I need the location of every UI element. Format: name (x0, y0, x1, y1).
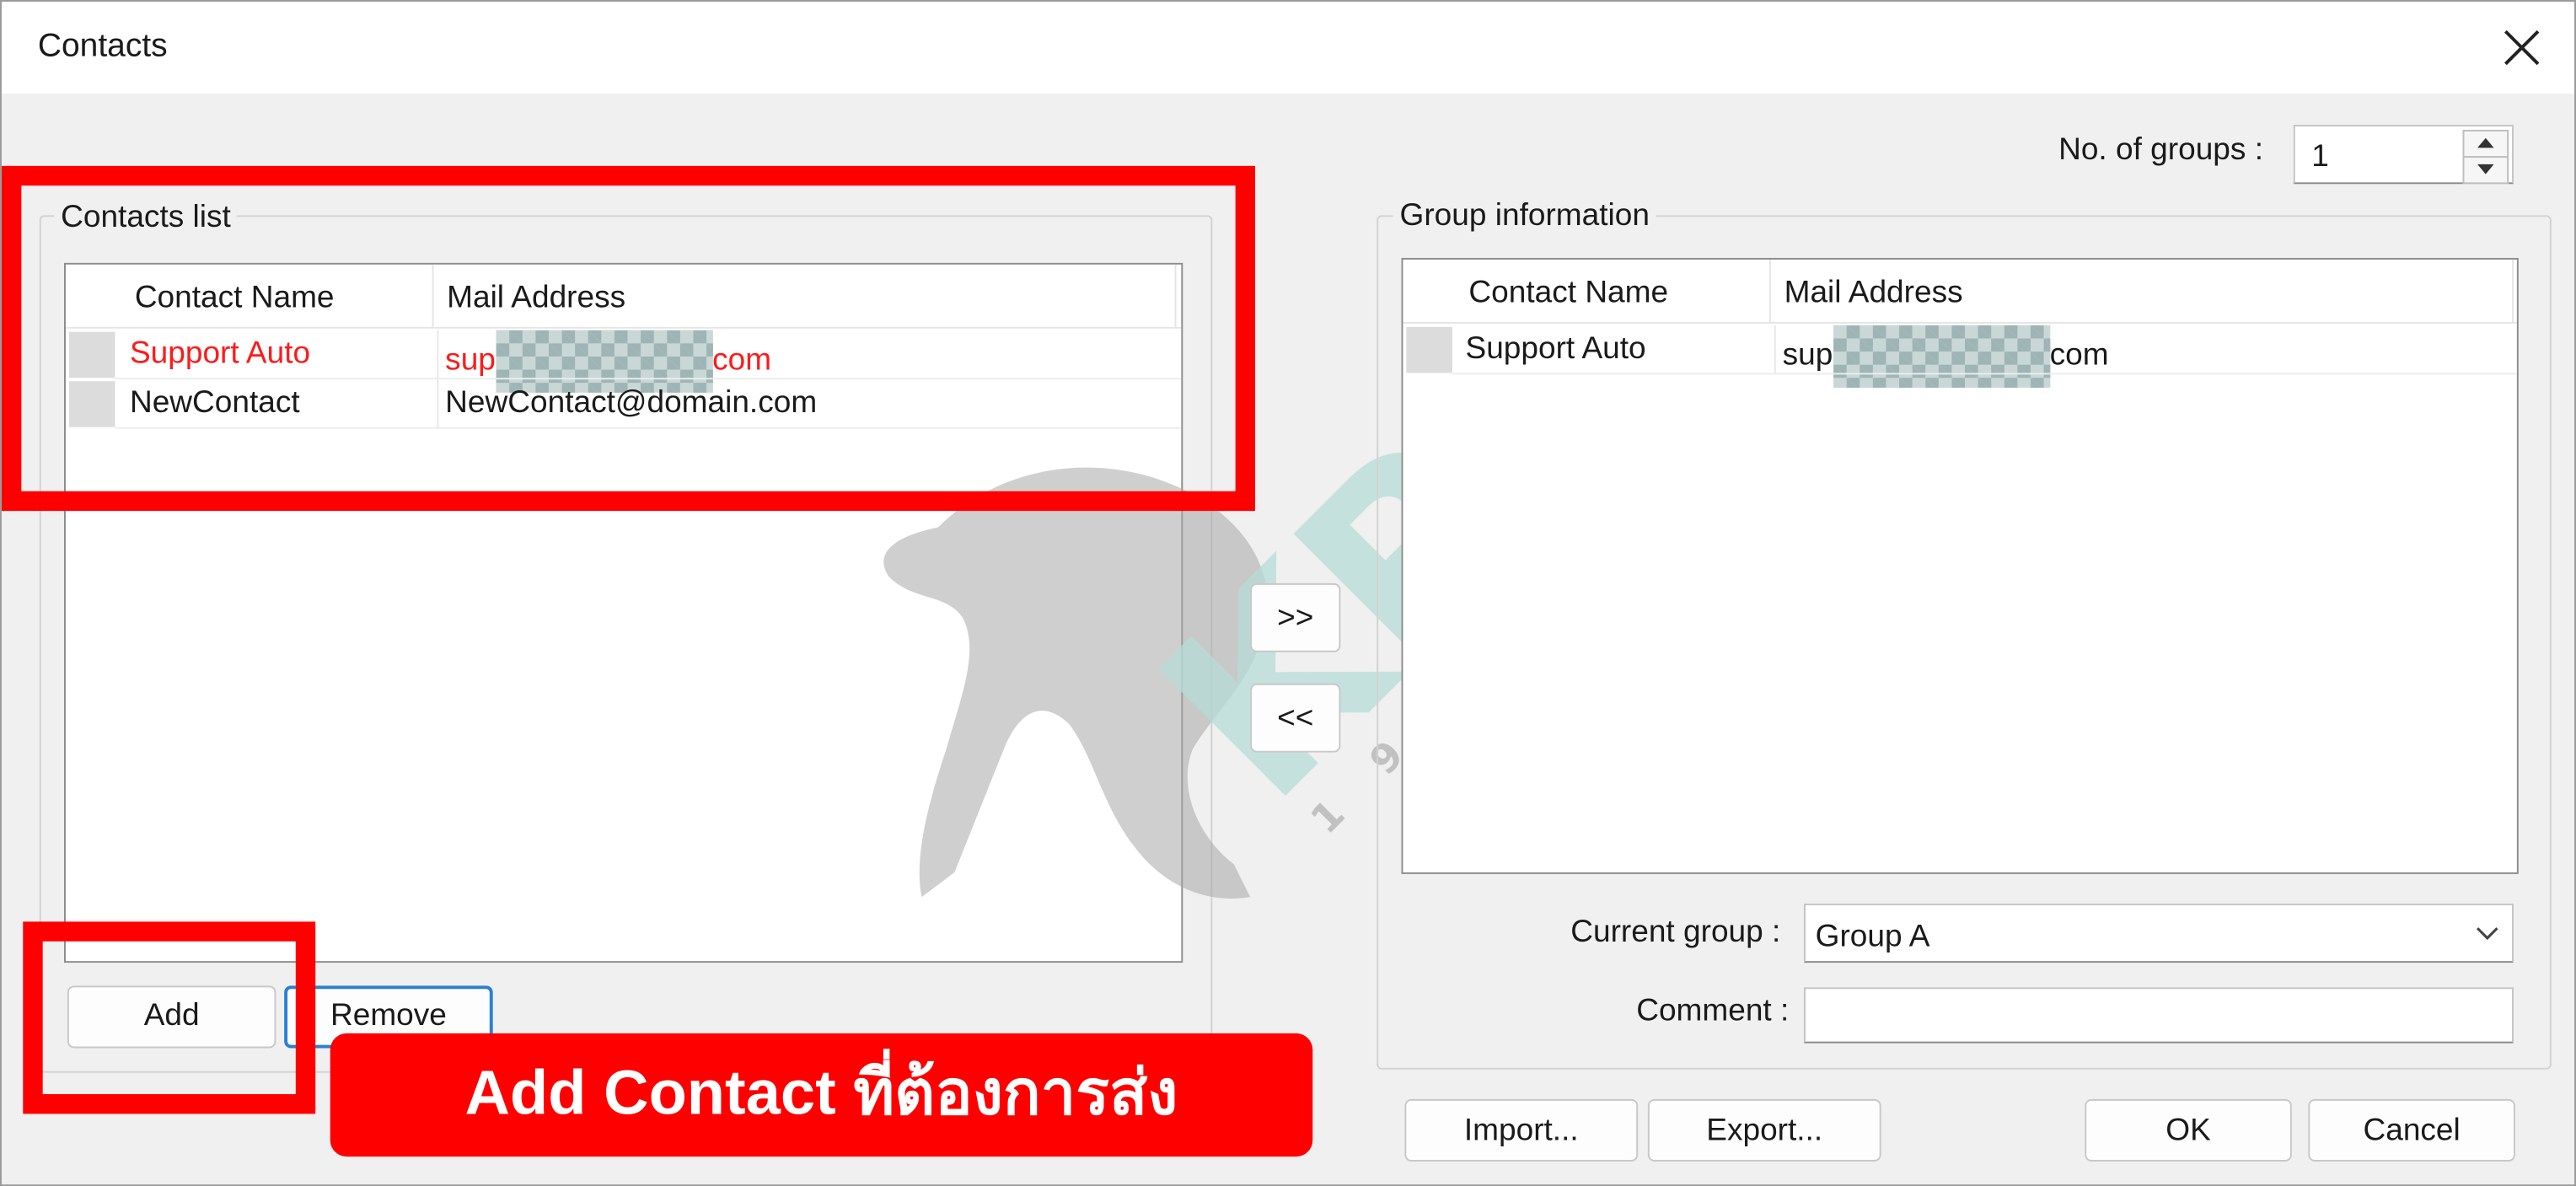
group-members-list-view[interactable]: Contact Name Mail Address Support Auto s… (1401, 257, 2519, 874)
row-selector (1406, 326, 1452, 373)
annotation-banner: Add Contact ที่ต้องการส่ง (330, 1033, 1313, 1157)
spin-up-button[interactable] (2462, 129, 2509, 158)
groups-count-spinner[interactable]: 1 (2293, 125, 2514, 185)
cancel-button[interactable]: Cancel (2308, 1098, 2515, 1162)
group-members-header: Contact Name Mail Address (1403, 259, 2517, 324)
redacted-mask (1833, 325, 2050, 388)
ok-button[interactable]: OK (2085, 1098, 2292, 1162)
current-group-value: Group A (1815, 920, 1930, 955)
close-icon[interactable] (2486, 12, 2558, 84)
import-button[interactable]: Import... (1404, 1098, 1639, 1162)
chevron-down-icon (2476, 927, 2498, 941)
group-col-name[interactable]: Contact Name (1452, 259, 1772, 323)
member-mail: sup com (1783, 325, 2109, 388)
export-button[interactable]: Export... (1647, 1098, 1881, 1162)
window-title: Contacts (37, 28, 168, 65)
spin-down-button[interactable] (2462, 156, 2509, 185)
groups-count-value: 1 (2311, 139, 2329, 174)
arrow-down-icon (2477, 164, 2494, 174)
move-left-button[interactable]: << (1250, 683, 1341, 753)
contacts-dialog: Contacts No. of groups : 1 Contacts list… (0, 0, 2576, 1186)
move-right-button[interactable]: >> (1250, 582, 1341, 652)
comment-field[interactable] (1804, 987, 2514, 1044)
contacts-list-highlight (1, 165, 1256, 512)
current-group-label: Current group : (1570, 915, 1781, 950)
comment-label: Comment : (1636, 994, 1790, 1029)
title-bar: Contacts (1, 1, 2575, 94)
arrow-up-icon (2477, 137, 2494, 148)
groups-count-label: No. of groups : (2058, 132, 2263, 168)
current-group-select[interactable]: Group A (1804, 903, 2514, 963)
member-name: Support Auto (1465, 331, 1646, 367)
group-col-mail[interactable]: Mail Address (1771, 259, 2514, 323)
group-info-legend: Group information (1393, 198, 1656, 235)
group-row-support-auto[interactable]: Support Auto sup com (1403, 325, 2517, 388)
add-button-highlight (23, 921, 316, 1114)
